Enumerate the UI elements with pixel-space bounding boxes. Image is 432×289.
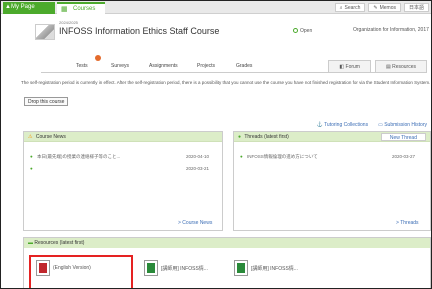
tab-projects[interactable]: Projects <box>197 63 215 69</box>
tab-surveys[interactable]: Surveys <box>111 63 129 69</box>
page-frame: ▲ My Page ▦ Courses ⌕ Search ✎ Memos 日本語… <box>0 0 432 289</box>
course-news-title: Course News <box>35 134 66 140</box>
news-row[interactable]: ● <box>30 166 36 171</box>
person-icon: ▲ <box>5 4 11 10</box>
course-header: 2024/2025 INFOSS Information Ethics Staf… <box>21 16 431 62</box>
history-icon: ▭ <box>378 122 383 128</box>
courses-icon: ▦ <box>61 6 68 13</box>
thread-row[interactable]: ● INFOSS情報倫理の進め方について <box>240 154 318 160</box>
thread-row-date: 2020-03-27 <box>392 154 416 159</box>
quick-links: ⚓ Tutoring Collections ▭ Submission Hist… <box>317 122 427 128</box>
resources-header: ▬ Resources (latest first) <box>24 238 430 248</box>
top-bar: ▲ My Page ▦ Courses ⌕ Search ✎ Memos 日本語 <box>1 1 431 14</box>
memo-icon: ✎ <box>373 4 378 11</box>
submission-history-link[interactable]: ▭ Submission History <box>378 122 427 128</box>
bullet-icon: ● <box>240 154 243 159</box>
language-label: 日本語 <box>408 5 424 11</box>
threads-panel: ● Threads (latest first) New Thread ● IN… <box>233 131 431 231</box>
top-right-controls: ⌕ Search ✎ Memos 日本語 <box>334 3 429 12</box>
tab-my-page[interactable]: ▲ My Page <box>3 2 55 14</box>
course-status: Open <box>293 28 312 34</box>
course-title[interactable]: INFOSS Information Ethics Staff Course <box>59 26 219 36</box>
status-dot-icon <box>293 28 298 34</box>
course-news-header: ⚠ Course News <box>24 132 222 142</box>
document-icon <box>234 260 248 276</box>
search-button-label: Search <box>344 4 361 11</box>
news-row-date: 2020-03-21 <box>186 166 210 171</box>
resource-item[interactable]: [講師用] INFOSS情... <box>234 258 298 278</box>
tab-courses[interactable]: ▦ Courses <box>57 2 105 14</box>
tab-my-page-label: My Page <box>11 4 35 10</box>
forum-tab-label: Forum <box>345 64 360 70</box>
news-row-text: 本日(最先端)の授業の連絡様子等のこと... <box>36 154 121 159</box>
threads-more-link[interactable]: > Threads <box>396 220 419 226</box>
search-button[interactable]: ⌕ Search <box>334 3 366 12</box>
resources-icon: ▤ <box>385 64 391 70</box>
new-thread-button[interactable]: New Thread <box>380 133 426 141</box>
folder-icon: ▬ <box>28 240 33 246</box>
forum-tab[interactable]: ◧ Forum <box>328 60 371 72</box>
tutoring-collections-link[interactable]: ⚓ Tutoring Collections <box>317 122 369 128</box>
resources-tab-label: Resources <box>392 64 416 70</box>
highlight-box <box>29 255 133 288</box>
forum-icon: ◧ <box>339 64 345 70</box>
tab-grades[interactable]: Grades <box>236 63 252 69</box>
course-status-label: Open <box>300 28 313 34</box>
document-icon <box>144 260 158 276</box>
threads-title: Threads (latest first) <box>244 134 289 140</box>
tab-assignments[interactable]: Assignments <box>149 63 178 69</box>
resource-item-label: [講師用] INFOSS情... <box>161 265 208 272</box>
notification-badge <box>95 55 101 61</box>
threads-header: ● Threads (latest first) New Thread <box>234 132 430 142</box>
memos-button[interactable]: ✎ Memos <box>368 3 401 12</box>
news-row-date: 2020-04-10 <box>186 154 210 159</box>
resources-title: Resources (latest first) <box>34 240 85 246</box>
course-logo <box>35 24 55 40</box>
resource-item[interactable]: [講師用] INFOSS情... <box>144 258 208 278</box>
self-registration-notice: The self-registration period is currentl… <box>21 80 431 85</box>
course-year: 2024/2025 <box>59 20 78 25</box>
course-organization: Organization for Information, 2017 <box>353 27 429 33</box>
bullet-icon: ● <box>30 166 33 171</box>
memos-button-label: Memos <box>379 4 396 11</box>
resources-tab[interactable]: ▤ Resources <box>374 60 427 72</box>
thread-row-text: INFOSS情報倫理の進め方について <box>246 154 318 159</box>
subnav-right: ◧ Forum ▤ Resources <box>328 60 427 72</box>
language-button[interactable]: 日本語 <box>403 3 429 12</box>
course-news-panel: ⚠ Course News ● 本日(最先端)の授業の連絡様子等のこと... 2… <box>23 131 223 231</box>
news-row[interactable]: ● 本日(最先端)の授業の連絡様子等のこと... <box>30 154 120 160</box>
tab-tests[interactable]: Tests <box>76 63 88 69</box>
tab-courses-label: Courses <box>73 6 96 12</box>
course-subnav: Tests Surveys Assignments Projects Grade… <box>41 55 427 73</box>
thread-icon: ● <box>238 134 242 140</box>
course-news-more-link[interactable]: > Course News <box>178 220 212 226</box>
bullet-icon: ● <box>30 154 33 159</box>
tutoring-icon: ⚓ <box>316 122 323 128</box>
resource-item-label: [講師用] INFOSS情... <box>251 265 298 272</box>
search-icon: ⌕ <box>339 4 343 11</box>
news-icon: ⚠ <box>28 134 33 140</box>
drop-course-button[interactable]: Drop this course <box>24 97 69 106</box>
tutoring-collections-label: Tutoring Collections <box>324 122 369 128</box>
submission-history-label: Submission History <box>384 122 427 128</box>
